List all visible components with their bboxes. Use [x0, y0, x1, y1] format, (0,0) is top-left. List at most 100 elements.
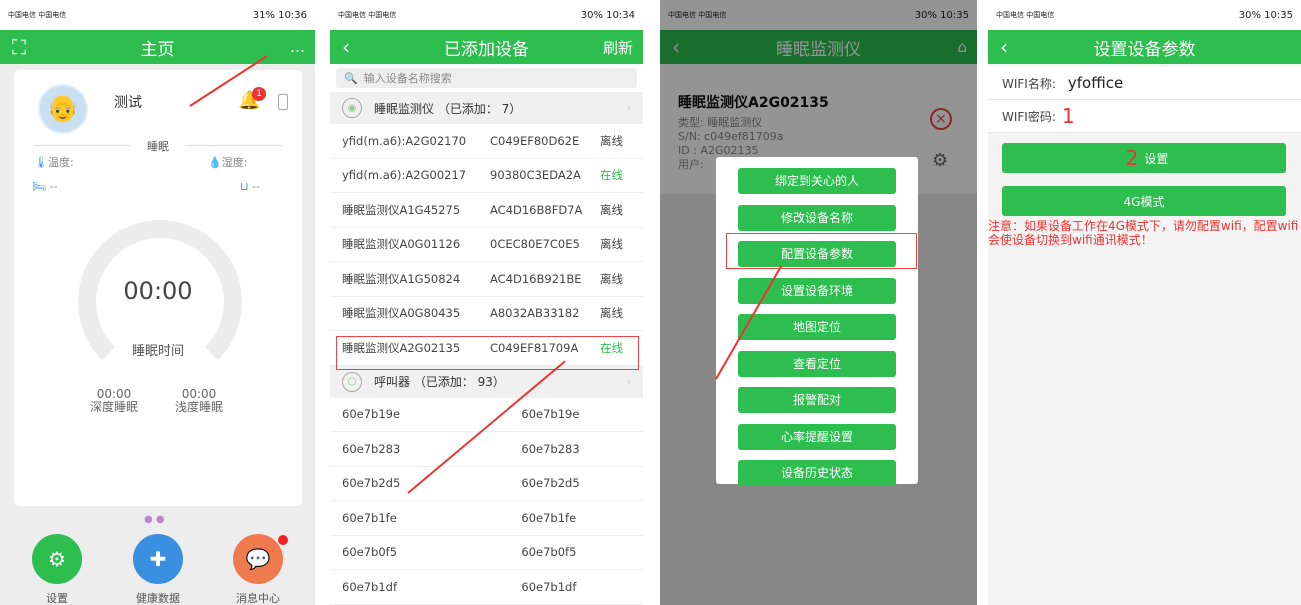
device-row[interactable]: 睡眠监测仪A0G01126 0CEC80E7C0E5 离线 [330, 228, 643, 262]
page-title: 已添加设备 [444, 39, 529, 60]
bed-icon: 🛏 [32, 180, 46, 193]
scan-icon[interactable]: ⛶ [12, 35, 26, 59]
humidity-icon: 💧 [208, 156, 222, 169]
4g-mode-button[interactable]: 4G模式 [1002, 186, 1286, 216]
device-row[interactable]: 睡眠监测仪A1G45275 AC4D16B8FD7A 离线 [330, 193, 643, 228]
carrier-label: 中国电信 中国电信 [338, 11, 397, 19]
menu-item[interactable]: 地图定位 [738, 314, 896, 340]
device-name: yfid(m.a6):A2G00217 [342, 168, 467, 183]
device-name: 睡眠监测仪A1G45275 [342, 202, 461, 217]
group-header-pager[interactable]: ○ 呼叫器 （已添加： 93） › [330, 365, 643, 398]
pager-row[interactable]: 60e7b1fe 60e7b1fe [330, 501, 643, 536]
status-right: 31% 10:36 [252, 9, 307, 21]
chat-icon: 💬 [245, 547, 271, 571]
avatar[interactable]: 👴 [38, 84, 88, 134]
device-row[interactable]: yfid(m.a6):A2G00217 90380C3EDA2A 在线 [330, 159, 643, 193]
search-input[interactable]: 🔍 输入设备名称搜索 [336, 68, 637, 88]
device-name: yfid(m.a6):A2G02170 [342, 133, 467, 148]
app-header: ‹ 设置设备参数 [988, 30, 1301, 64]
status-right: 30% 10:34 [580, 9, 635, 21]
device-row[interactable]: yfid(m.a6):A2G02170 C049EF80D62E 离线 [330, 124, 643, 159]
action-menu: 绑定到关心的人 修改设备名称 配置设备参数 设置设备环境 地图定位 查看定位 报警配对 心率提… [716, 157, 918, 486]
sleep-monitor-icon: ◉ [342, 98, 362, 118]
chevron-right-icon: › [626, 101, 631, 115]
menu-item[interactable]: 修改设备名称 [738, 204, 896, 231]
highlight-box [726, 233, 917, 269]
page-title: 设置设备参数 [1093, 39, 1196, 60]
wifi-name-field[interactable]: WIFI名称: yfoffice [988, 67, 1301, 100]
profile-card: 👴 测试 🔔 1 睡眠 🌡温度: 💧湿度: 🛏 -- ⊔ -- 00:00 睡眠… [14, 70, 302, 506]
device-status: 离线 [600, 306, 623, 321]
device-mac: 0CEC80E7C0E5 [490, 237, 580, 252]
device-name: 睡眠监测仪A0G80435 [342, 306, 461, 321]
nav-label-messages: 消息中心 [236, 592, 280, 605]
more-menu-icon[interactable]: … [290, 38, 305, 56]
humidity-label: 💧湿度: [208, 156, 248, 169]
wifi-name-value: yfoffice [1067, 74, 1124, 92]
bed-status-right: ⊔ -- [240, 180, 261, 193]
carrier-label: 中国电信 中国电信 [8, 11, 67, 19]
device-status: 离线 [600, 202, 623, 217]
menu-item[interactable]: 设备历史状态 [738, 460, 896, 486]
step-marker-1: 1 [1061, 104, 1075, 128]
pager-row[interactable]: 60e7b283 60e7b283 [330, 432, 643, 467]
sleep-time-label: 睡眠时间 [131, 344, 184, 359]
menu-item[interactable]: 心率提醒设置 [738, 423, 896, 450]
menu-item[interactable]: 查看定位 [738, 350, 896, 377]
medical-kit-icon: ✚ [149, 547, 167, 571]
set-button[interactable]: 2 设置 [1002, 143, 1286, 173]
back-icon[interactable]: ‹ [342, 35, 350, 59]
bed-empty-icon: ⊔ [240, 180, 249, 193]
unread-dot [278, 535, 288, 545]
notification-badge: 1 [252, 87, 266, 101]
device-name: 睡眠监测仪A0G01126 [342, 237, 461, 252]
nav-label-health: 健康数据 [136, 592, 180, 605]
device-mac: A8032AB33182 [490, 306, 580, 321]
pager-id: 60e7b0f5 [521, 545, 577, 560]
warning-note: 注意：如果设备工作在4G模式下，请勿配置wifi，配置wifi会使设备切换到wi… [988, 219, 1299, 247]
menu-item[interactable]: 绑定到关心的人 [738, 168, 896, 194]
device-row[interactable]: 睡眠监测仪A0G80435 A8032AB33182 离线 [330, 297, 643, 331]
wifi-name-label: WIFI名称: [1002, 76, 1056, 91]
device-status: 在线 [600, 168, 623, 183]
thermometer-icon: 🌡 [34, 156, 48, 169]
menu-item[interactable]: 报警配对 [738, 387, 896, 413]
sleep-section-label: 睡眠 [147, 140, 169, 153]
pager-icon: ○ [342, 371, 362, 392]
group-header-sleep-monitor[interactable]: ◉ 睡眠监测仪 （已添加： 7） › [330, 92, 643, 124]
message-center-nav-button[interactable]: 💬 [233, 534, 283, 584]
pager-id: 60e7b1fe [521, 510, 577, 525]
search-icon: 🔍 [344, 71, 358, 85]
wifi-password-label: WIFI密码: [1002, 109, 1056, 124]
device-row[interactable]: 睡眠监测仪A1G50824 AC4D16B921BE 离线 [330, 262, 643, 297]
home-screen: 中国电信 中国电信 31% 10:36 ⛶ 主页 … 👴 测试 🔔 1 睡眠 🌡… [0, 0, 315, 605]
page-title: 主页 [140, 39, 175, 60]
device-name: 睡眠监测仪A1G50824 [342, 271, 461, 286]
status-bar: 中国电信 中国电信 30% 10:34 [330, 0, 643, 30]
device-mac: 90380C3EDA2A [490, 168, 581, 183]
wifi-password-field[interactable]: WIFI密码: 1 [988, 100, 1301, 133]
back-icon[interactable]: ‹ [1000, 35, 1008, 59]
page-indicator: ● ● [144, 514, 165, 525]
deep-sleep-stat: 00:00 深度睡眠 [89, 387, 138, 414]
pager-row[interactable]: 60e7b0f5 60e7b0f5 [330, 536, 643, 570]
pager-name: 60e7b1fe [342, 510, 397, 525]
pager-row[interactable]: 60e7b1df 60e7b1df [330, 570, 643, 605]
sleep-time-value: 00:00 [123, 277, 193, 305]
settings-nav-button[interactable]: ⚙ [32, 534, 82, 584]
pager-id: 60e7b2d5 [521, 476, 580, 491]
device-status: 离线 [600, 133, 623, 148]
light-sleep-stat: 00:00 浅度睡眠 [174, 387, 223, 414]
step-marker-2: 2 [1125, 146, 1139, 170]
device-status: 离线 [600, 271, 623, 286]
chevron-right-icon: › [626, 374, 631, 389]
status-bar: 中国电信 中国电信 31% 10:36 [0, 0, 315, 30]
device-icon[interactable] [278, 94, 288, 110]
pager-id: 60e7b19e [521, 407, 580, 422]
pager-name: 60e7b1df [342, 579, 397, 594]
refresh-button[interactable]: 刷新 [603, 37, 633, 58]
pager-row[interactable]: 60e7b2d5 60e7b2d5 [330, 467, 643, 501]
highlight-box [336, 336, 639, 370]
app-header: ⛶ 主页 … [0, 30, 315, 64]
health-data-nav-button[interactable]: ✚ [133, 534, 183, 584]
